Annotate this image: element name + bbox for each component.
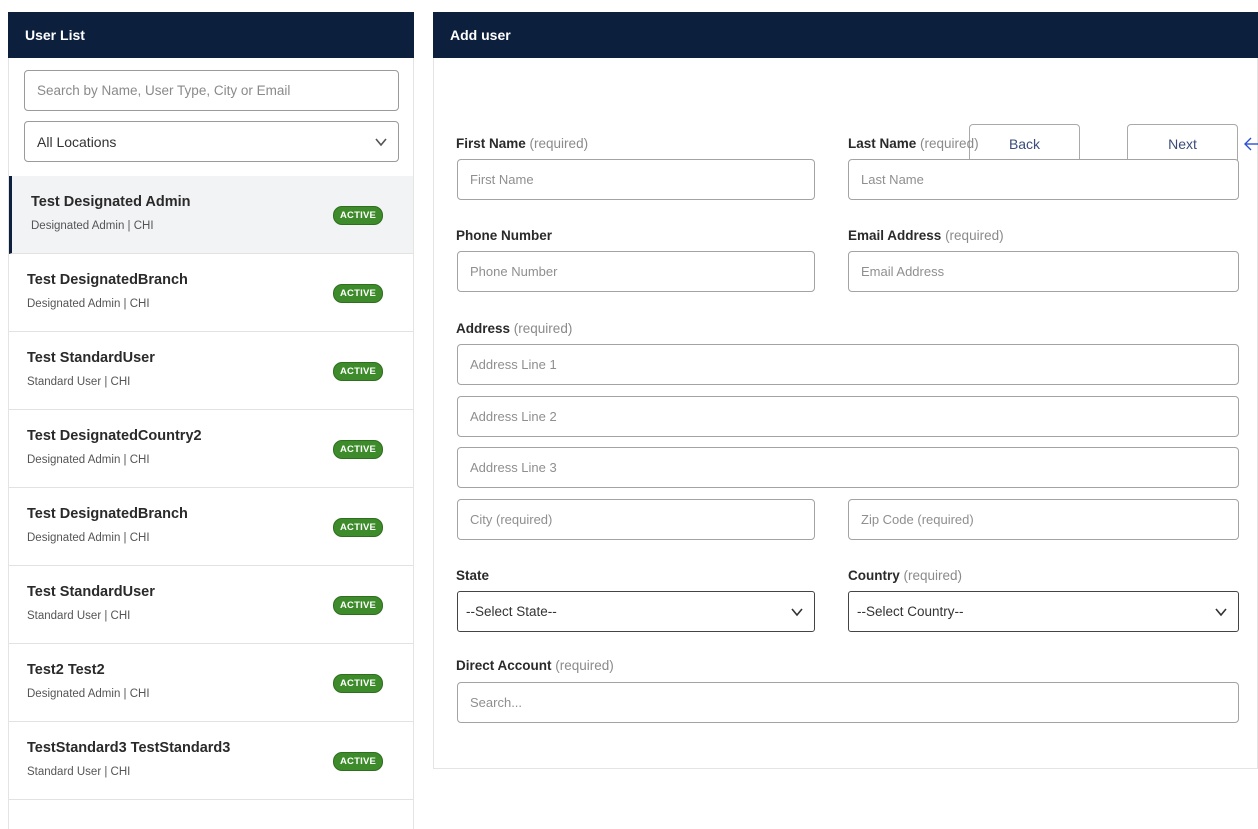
user-name: Test DesignatedBranch [27,506,188,522]
phone-number-label: Phone Number [456,228,552,243]
email-address-label-text: Email Address [848,228,942,243]
status-badge: ACTIVE [333,362,384,381]
user-role-location: Designated Admin | CHI [27,688,150,700]
location-filter-select[interactable]: All Locations [24,121,399,162]
user-list: Test Designated Admin Designated Admin |… [9,176,413,800]
country-label-text: Country [848,568,900,583]
status-badge: ACTIVE [333,752,384,771]
user-list-item[interactable]: Test StandardUser Standard User | CHI AC… [9,566,413,644]
user-list-body: All Locations Test Designated Admin Desi… [8,58,414,829]
user-name: TestStandard3 TestStandard3 [27,740,231,756]
first-name-label-text: First Name [456,136,526,151]
required-hint: (required) [513,321,573,336]
user-name: Test DesignatedBranch [27,272,188,288]
direct-account-label-text: Direct Account [456,658,552,673]
country-label: Country (required) [848,568,962,583]
phone-number-label-text: Phone Number [456,228,553,243]
status-badge: ACTIVE [333,284,384,303]
country-select[interactable]: --Select Country-- [848,591,1239,632]
required-hint: (required) [555,658,614,673]
user-role-location: Designated Admin | CHI [27,298,150,310]
user-list-title: User List [25,27,85,43]
chevron-down-icon [791,607,803,616]
last-name-label-text: Last Name [848,136,917,151]
status-badge: ACTIVE [333,518,384,537]
first-name-label: First Name (required) [456,136,588,151]
phone-number-input[interactable] [457,251,815,292]
required-hint: (required) [945,228,1004,243]
chevron-down-icon [375,137,387,146]
required-hint: (required) [920,136,979,151]
user-list-item[interactable]: Test Designated Admin Designated Admin |… [9,176,413,254]
user-role-location: Designated Admin | CHI [31,220,154,232]
user-list-item[interactable]: Test DesignatedBranch Designated Admin |… [9,254,413,332]
first-name-input[interactable] [457,159,815,200]
address-line-1-input[interactable] [457,344,1239,385]
user-name: Test StandardUser [27,584,155,600]
user-name: Test DesignatedCountry2 [27,428,202,444]
state-select[interactable]: --Select State-- [457,591,815,632]
address-label: Address (required) [456,321,572,336]
last-name-label: Last Name (required) [848,136,979,151]
user-list-item[interactable]: TestStandard3 TestStandard3 Standard Use… [9,722,413,800]
user-role-location: Designated Admin | CHI [27,454,150,466]
status-badge: ACTIVE [333,440,384,459]
address-line-3-input[interactable] [457,447,1239,488]
user-search-input[interactable] [24,70,399,111]
direct-account-label: Direct Account (required) [456,658,614,673]
status-badge: ACTIVE [333,674,384,693]
location-filter-value: All Locations [37,133,117,150]
user-list-item[interactable]: Test DesignatedBranch Designated Admin |… [9,488,413,566]
next-button[interactable]: Next [1127,124,1238,164]
direct-account-search-input[interactable] [457,682,1239,723]
add-user-header: Add user [433,12,1258,58]
country-select-value: --Select Country-- [857,604,964,619]
back-button[interactable]: Back [969,124,1080,164]
user-name: Test Designated Admin [31,194,191,210]
state-label-text: State [456,568,490,583]
required-hint: (required) [903,568,963,583]
chevron-down-icon [1215,607,1227,616]
email-address-label: Email Address (required) [848,228,1004,243]
user-list-item[interactable]: Test StandardUser Standard User | CHI AC… [9,332,413,410]
state-label: State [456,568,489,583]
user-role-location: Designated Admin | CHI [27,532,150,544]
user-list-header: User List [8,12,414,58]
user-name: Test StandardUser [27,350,155,366]
user-list-item[interactable]: Test DesignatedCountry2 Designated Admin… [9,410,413,488]
address-line-2-input[interactable] [457,396,1239,437]
add-user-form: Back Next First Name (required) Last Nam… [433,58,1258,769]
user-name: Test2 Test2 [27,662,105,678]
city-input[interactable] [457,499,815,540]
arrow-left-icon [1244,137,1258,151]
user-role-location: Standard User | CHI [27,610,131,622]
email-address-input[interactable] [848,251,1239,292]
user-list-panel: User List All Locations Test Designated … [8,12,414,829]
state-select-value: --Select State-- [466,604,557,619]
user-role-location: Standard User | CHI [27,376,131,388]
user-role-location: Standard User | CHI [27,766,131,778]
add-user-panel: Add user Back Next First Name (required)… [433,12,1258,769]
add-user-title: Add user [450,27,511,43]
status-badge: ACTIVE [333,206,384,225]
address-label-text: Address [456,321,511,336]
required-hint: (required) [529,136,589,151]
user-list-item[interactable]: Test2 Test2 Designated Admin | CHI ACTIV… [9,644,413,722]
status-badge: ACTIVE [333,596,384,615]
zip-code-input[interactable] [848,499,1239,540]
last-name-input[interactable] [848,159,1239,200]
